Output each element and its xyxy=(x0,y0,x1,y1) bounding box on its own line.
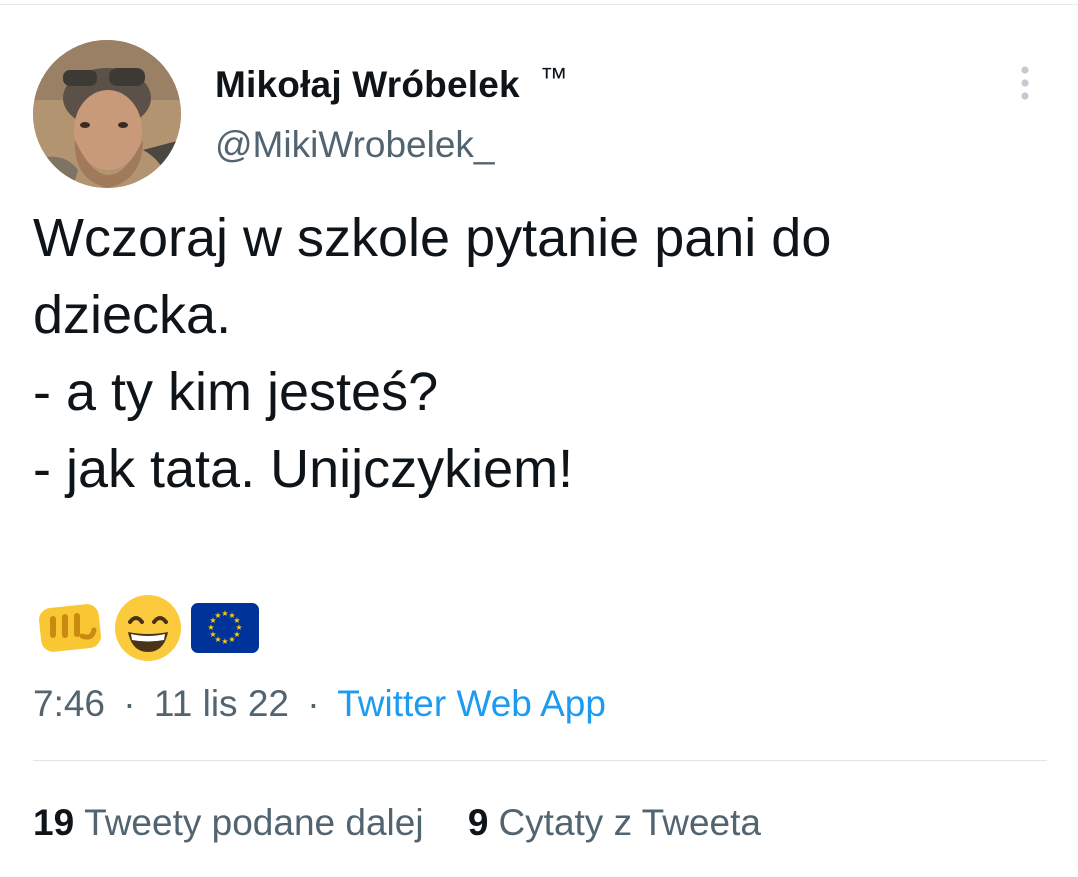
author-display-name[interactable]: Mikołaj Wróbelek ™ xyxy=(215,62,568,106)
tweet-text: Wczoraj w szkole pytanie pani do dziecka… xyxy=(33,200,1043,508)
display-name-text: Mikołaj Wróbelek xyxy=(215,64,520,105)
tweet-meta: 7:46 · 11 lis 22 · Twitter Web App xyxy=(33,683,606,725)
tweet-line: - jak tata. Unijczykiem! xyxy=(33,439,574,499)
author-handle[interactable]: @MikiWrobelek_ xyxy=(215,124,495,166)
tweet-stats: 19 Tweety podane dalej 9 Cytaty z Tweeta xyxy=(33,802,761,844)
tweet-line: Wczoraj w szkole pytanie pani do xyxy=(33,208,832,268)
tweet-line: - a ty kim jesteś? xyxy=(33,362,439,422)
fist-icon xyxy=(36,602,104,659)
top-divider xyxy=(0,4,1078,5)
tweet-time[interactable]: 7:46 xyxy=(33,683,105,724)
tweet-line: dziecka. xyxy=(33,285,232,345)
retweets-count: 19 xyxy=(33,802,75,843)
retweets-stat[interactable]: 19 Tweety podane dalej xyxy=(33,802,424,843)
stats-divider xyxy=(33,760,1047,761)
meta-separator: · xyxy=(123,683,136,724)
meta-separator: · xyxy=(307,683,320,724)
eu-flag-icon: ★ ★ ★ ★ ★ ★ ★ ★ ★ ★ ★ ★ xyxy=(191,603,259,658)
retweets-label: Tweety podane dalej xyxy=(84,802,424,843)
tweet-source-link[interactable]: Twitter Web App xyxy=(337,683,606,724)
quotes-label: Cytaty z Tweeta xyxy=(498,802,761,843)
svg-text:★: ★ xyxy=(221,637,228,646)
more-options-icon[interactable] xyxy=(1011,64,1039,104)
trademark-badge: ™ xyxy=(539,62,568,93)
svg-text:★: ★ xyxy=(228,635,235,644)
grinning-face-icon xyxy=(114,594,182,667)
svg-text:★: ★ xyxy=(214,611,221,620)
quotes-count: 9 xyxy=(467,802,489,843)
avatar[interactable] xyxy=(33,40,181,188)
tweet-date[interactable]: 11 lis 22 xyxy=(154,683,289,724)
quotes-stat[interactable]: 9 Cytaty z Tweeta xyxy=(468,802,761,843)
